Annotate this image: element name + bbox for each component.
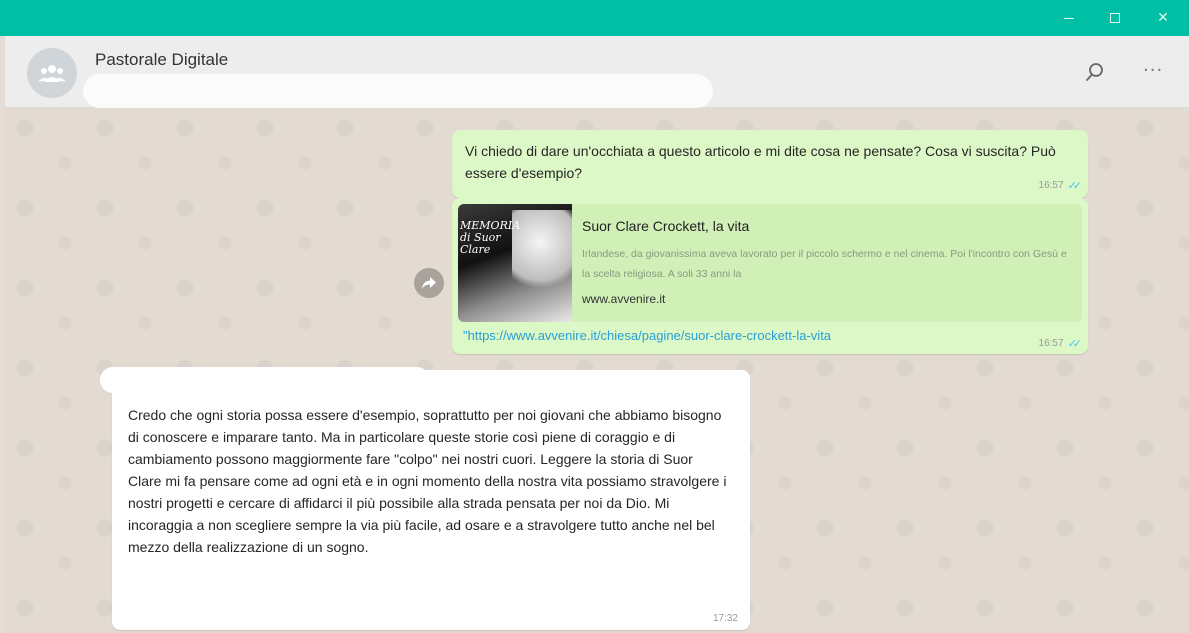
message-outgoing-link[interactable]: MEMORIA di Suor Clare Suor Clare Crocket… [452,198,1088,354]
message-time: 16:57 [1038,338,1064,349]
preview-site: www.avvenire.it [582,292,666,306]
chat-area: Vi chiedo di dare un'occhiata a questo a… [5,108,1189,633]
message-link[interactable]: "https://www.avvenire.it/chiesa/pagine/s… [463,328,831,343]
maximize-button[interactable] [1092,0,1138,36]
chat-header: Pastorale Digitale ··· [5,36,1189,108]
read-ticks-icon: ✓✓ [1067,179,1083,192]
message-time: 16:57 [1038,180,1064,191]
preview-title: Suor Clare Crockett, la vita [582,218,750,234]
thumbnail-caption: MEMORIA di Suor Clare [460,219,521,256]
message-incoming[interactable]: Credo che ogni storia possa essere d'ese… [100,367,750,630]
group-icon [38,65,66,82]
menu-button[interactable]: ··· [1143,60,1173,84]
close-button[interactable]: ✕ [1140,0,1186,36]
preview-thumbnail: MEMORIA di Suor Clare [458,204,572,322]
minimize-button[interactable] [1046,0,1092,36]
forward-icon [422,277,436,289]
window-titlebar: ✕ [0,0,1189,36]
message-meta: 17:32 [713,613,738,624]
message-text: Credo che ogni storia possa essere d'ese… [128,407,727,555]
redacted-participants [83,74,713,108]
chat-title[interactable]: Pastorale Digitale [95,50,228,70]
group-avatar[interactable] [27,48,77,98]
forward-button[interactable] [414,268,444,298]
read-ticks-icon: ✓✓ [1067,337,1083,350]
minimize-icon [1064,17,1074,19]
redacted-sender [100,367,430,393]
message-meta: 16:57 ✓✓ [1038,337,1083,350]
restore-icon [1110,13,1120,23]
message-time: 17:32 [712,613,738,624]
message-meta: 16:57 ✓✓ [1038,179,1083,192]
search-icon [1086,63,1103,81]
more-options-icon: ··· [1143,60,1164,81]
message-outgoing[interactable]: Vi chiedo di dare un'occhiata a questo a… [452,130,1088,198]
preview-description: Irlandese, da giovanissima aveva lavorat… [582,248,1067,280]
search-button[interactable] [1083,60,1107,84]
message-text: Vi chiedo di dare un'occhiata a questo a… [465,143,1056,181]
close-icon: ✕ [1157,10,1169,26]
link-preview[interactable]: MEMORIA di Suor Clare Suor Clare Crocket… [458,204,1082,322]
